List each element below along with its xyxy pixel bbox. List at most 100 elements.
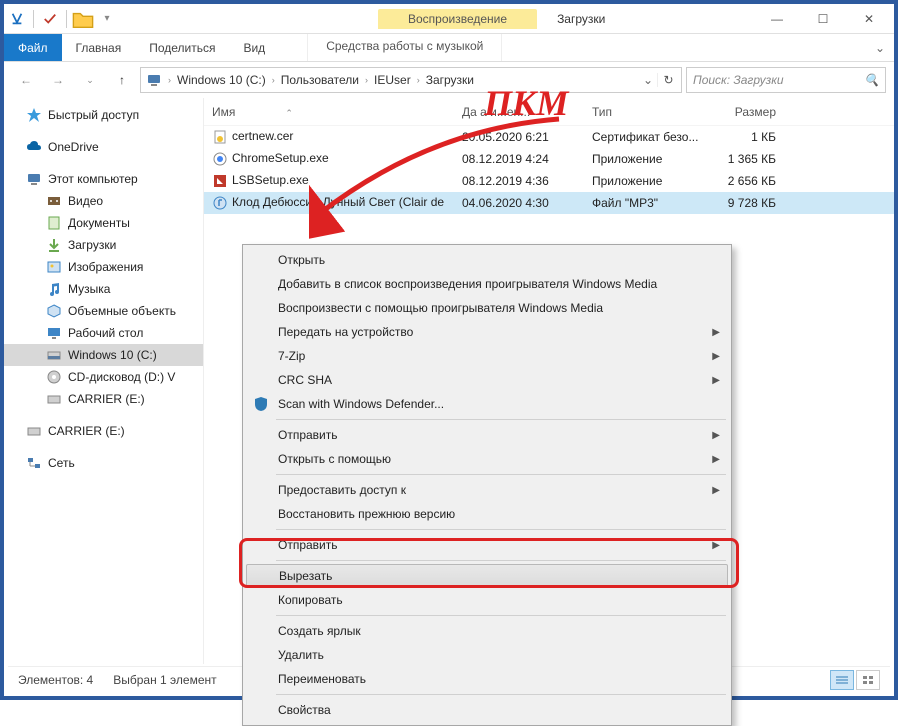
menu-label: Отправить <box>278 428 338 442</box>
file-row[interactable]: certnew.cer20.05.2020 6:21Сертификат без… <box>204 126 894 148</box>
file-icon <box>212 129 228 145</box>
tree-label: Быстрый доступ <box>48 108 139 122</box>
breadcrumb[interactable]: › Windows 10 (C:) › Пользователи › IEUse… <box>140 67 682 93</box>
col-name[interactable]: Имя⌃ <box>204 105 454 119</box>
col-size[interactable]: Размер <box>704 105 784 119</box>
tree-node[interactable]: Загрузки <box>4 234 203 256</box>
context-menu-item[interactable]: Переименовать <box>246 667 728 691</box>
submenu-arrow-icon: ▶ <box>712 454 720 465</box>
ribbon-tab-share[interactable]: Поделиться <box>135 34 229 61</box>
context-menu-item[interactable]: Копировать <box>246 588 728 612</box>
context-menu-item[interactable]: Создать ярлык <box>246 619 728 643</box>
nav-tree[interactable]: Быстрый доступ OneDrive Этот компьютерВиде… <box>4 98 204 664</box>
address-bar: ← → ⌄ ↑ › Windows 10 (C:) › Пользователи… <box>4 62 894 98</box>
file-type: Файл "MP3" <box>584 196 704 210</box>
menu-label: Добавить в список воспроизведения проигр… <box>278 277 657 291</box>
nav-forward-button: → <box>44 66 72 94</box>
chevron-right-icon[interactable]: › <box>165 75 174 85</box>
crumb-item[interactable]: Загрузки <box>423 73 477 87</box>
context-menu-item[interactable]: Вырезать <box>246 564 728 588</box>
file-date: 20.05.2020 6:21 <box>454 130 584 144</box>
tree-node[interactable]: Быстрый доступ <box>4 104 203 126</box>
file-type: Сертификат безо... <box>584 130 704 144</box>
context-menu-item[interactable]: Воспроизвести с помощью проигрывателя Wi… <box>246 296 728 320</box>
context-menu-item[interactable]: Отправить▶ <box>246 533 728 557</box>
quick-access-toolbar: ▾ <box>6 8 118 30</box>
file-row[interactable]: ChromeSetup.exe08.12.2019 4:24Приложение… <box>204 148 894 170</box>
context-menu-item[interactable]: Scan with Windows Defender... <box>246 392 728 416</box>
ribbon-context-tab[interactable]: Воспроизведение <box>378 9 537 29</box>
nav-up-button[interactable]: ↑ <box>108 66 136 94</box>
context-menu-item[interactable]: Свойства <box>246 698 728 722</box>
maximize-button[interactable]: ☐ <box>800 4 846 34</box>
search-icon[interactable]: 🔍 <box>864 73 879 87</box>
qat-more-icon[interactable]: ▾ <box>96 8 118 30</box>
view-details-button[interactable] <box>830 670 854 690</box>
ribbon-expand-icon[interactable]: ⌄ <box>866 34 894 61</box>
usb-icon <box>46 391 62 407</box>
tree-node[interactable]: CARRIER (E:) <box>4 420 203 442</box>
ribbon-context-tool[interactable]: Средства работы с музыкой <box>307 34 502 61</box>
nav-recent-icon[interactable]: ⌄ <box>76 66 104 94</box>
file-name: ChromeSetup.exe <box>232 151 329 165</box>
context-menu-item[interactable]: Добавить в список воспроизведения проигр… <box>246 272 728 296</box>
file-type: Приложение <box>584 174 704 188</box>
cloud-icon <box>26 139 42 155</box>
column-headers[interactable]: Имя⌃ Да а и...ен... Тип Размер <box>204 98 894 126</box>
tree-node[interactable]: Windows 10 (C:) <box>4 344 203 366</box>
search-input[interactable]: Поиск: Загрузки 🔍 <box>686 67 886 93</box>
chevron-right-icon[interactable]: › <box>414 75 423 85</box>
shield-icon <box>252 395 270 413</box>
context-menu-item[interactable]: 7-Zip▶ <box>246 344 728 368</box>
context-menu-item[interactable]: Восстановить прежнюю версию <box>246 502 728 526</box>
ribbon-tab-home[interactable]: Главная <box>62 34 136 61</box>
pc-icon[interactable] <box>143 72 165 88</box>
context-menu-item[interactable]: Удалить <box>246 643 728 667</box>
context-menu-item[interactable]: Открыть с помощью▶ <box>246 447 728 471</box>
crumb-item[interactable]: IEUser <box>371 73 414 87</box>
context-menu-item[interactable]: Открыть <box>246 248 728 272</box>
context-menu-item[interactable]: Предоставить доступ к▶ <box>246 478 728 502</box>
col-type[interactable]: Тип <box>584 105 704 119</box>
submenu-arrow-icon: ▶ <box>712 375 720 386</box>
view-large-button[interactable] <box>856 670 880 690</box>
tree-label: CARRIER (E:) <box>68 392 145 406</box>
chevron-right-icon[interactable]: › <box>362 75 371 85</box>
tree-node[interactable]: CARRIER (E:) <box>4 388 203 410</box>
tree-node[interactable]: OneDrive <box>4 136 203 158</box>
properties-icon[interactable] <box>39 8 61 30</box>
qat-dropdown-icon[interactable] <box>6 8 28 30</box>
close-button[interactable]: ✕ <box>846 4 892 34</box>
tree-node[interactable]: Объемные объекть <box>4 300 203 322</box>
file-row[interactable]: Клод Дебюсси - Лунный Свет (Clair de04.0… <box>204 192 894 214</box>
nav-back-button[interactable]: ← <box>12 66 40 94</box>
ribbon-tab-file[interactable]: Файл <box>4 34 62 61</box>
context-menu-item[interactable]: Отправить▶ <box>246 423 728 447</box>
refresh-icon[interactable]: ↻ <box>657 73 679 87</box>
file-name: LSBSetup.exe <box>232 173 309 187</box>
crumb-item[interactable]: Windows 10 (C:) <box>174 73 269 87</box>
tree-node[interactable]: CD-дисковод (D:) V <box>4 366 203 388</box>
file-row[interactable]: LSBSetup.exe08.12.2019 4:36Приложение2 6… <box>204 170 894 192</box>
context-menu-item[interactable]: CRC SHA▶ <box>246 368 728 392</box>
file-icon <box>212 195 228 211</box>
chevron-right-icon[interactable]: › <box>269 75 278 85</box>
ribbon-tab-view[interactable]: Вид <box>229 34 279 61</box>
tree-node[interactable]: Документы <box>4 212 203 234</box>
submenu-arrow-icon: ▶ <box>712 540 720 551</box>
tree-node[interactable]: Музыка <box>4 278 203 300</box>
file-size: 9 728 КБ <box>704 196 784 210</box>
crumb-item[interactable]: Пользователи <box>278 73 362 87</box>
tree-node[interactable]: Сеть <box>4 452 203 474</box>
menu-label: Переименовать <box>278 672 366 686</box>
menu-label: Восстановить прежнюю версию <box>278 507 455 521</box>
tree-node[interactable]: Рабочий стол <box>4 322 203 344</box>
video-icon <box>46 193 62 209</box>
tree-node[interactable]: Этот компьютер <box>4 168 203 190</box>
context-menu-item[interactable]: Передать на устройство▶ <box>246 320 728 344</box>
col-date[interactable]: Да а и...ен... <box>454 105 584 119</box>
tree-node[interactable]: Видео <box>4 190 203 212</box>
minimize-button[interactable]: — <box>754 4 800 34</box>
address-dropdown-icon[interactable]: ⌄ <box>639 73 657 87</box>
tree-node[interactable]: Изображения <box>4 256 203 278</box>
